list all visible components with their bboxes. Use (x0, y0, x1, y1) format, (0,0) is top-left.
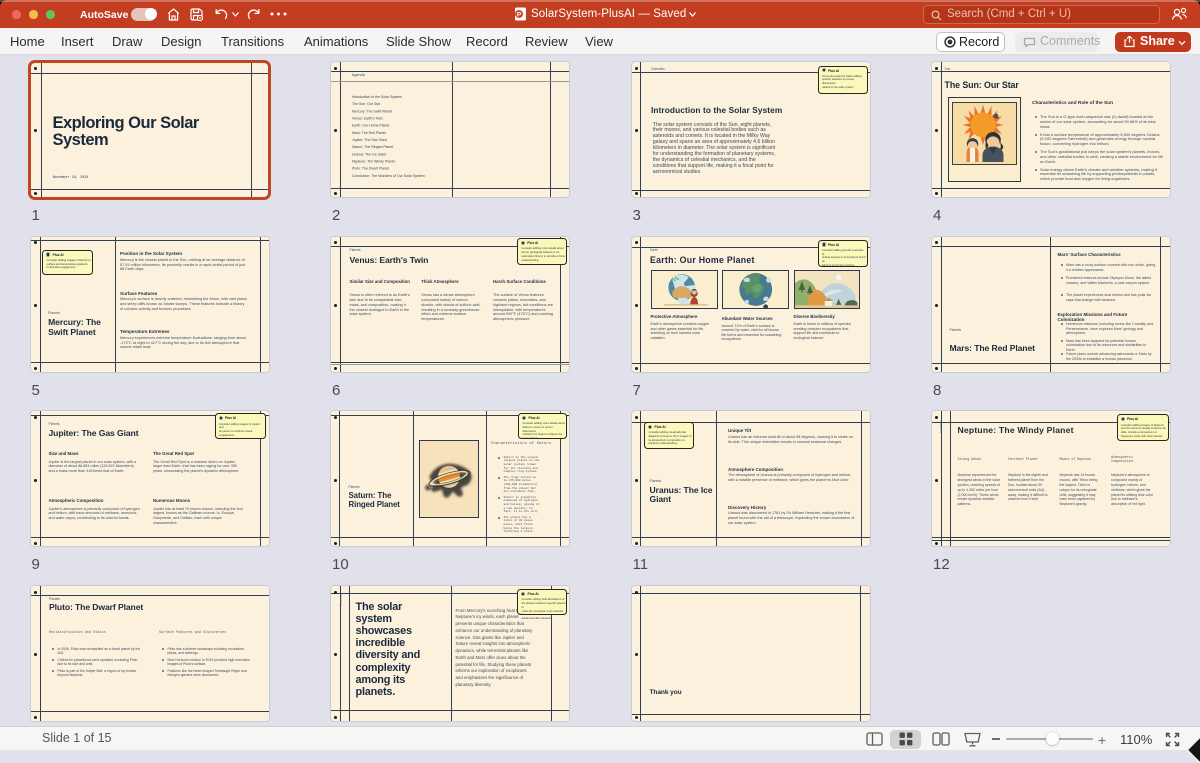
svg-text:P: P (517, 11, 522, 18)
